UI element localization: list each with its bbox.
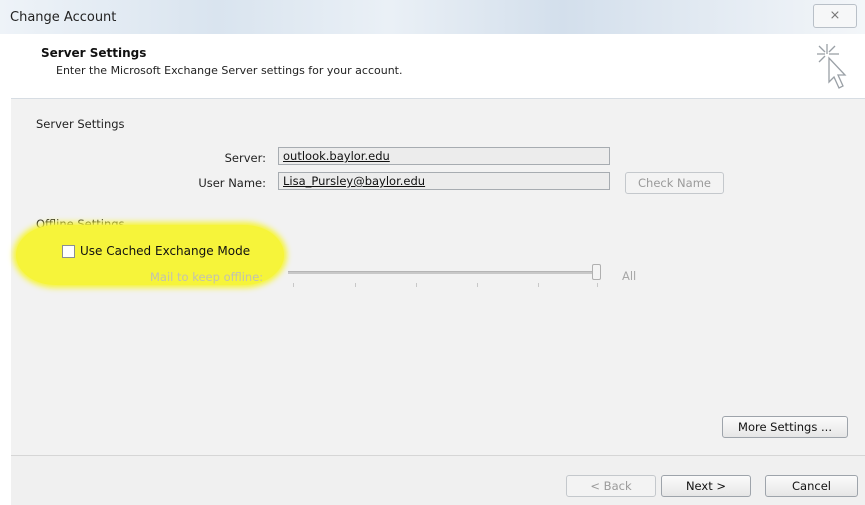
username-label: User Name: <box>198 176 266 190</box>
window-title: Change Account <box>10 10 117 25</box>
close-icon: ⨯ <box>829 8 841 23</box>
wizard-cursor-icon <box>817 44 847 89</box>
back-button[interactable]: < Back <box>566 475 656 497</box>
header-title: Server Settings <box>41 46 147 60</box>
slider-tick <box>597 283 598 287</box>
check-name-button[interactable]: Check Name <box>625 172 724 194</box>
slider-tick <box>416 283 417 287</box>
close-button[interactable]: ⨯ <box>813 4 857 28</box>
mail-offline-slider-thumb[interactable] <box>592 264 601 280</box>
server-label: Server: <box>224 151 266 165</box>
title-bar: Change Account ⨯ <box>0 0 865 35</box>
slider-tick <box>293 283 294 287</box>
wizard-header: Server Settings Enter the Microsoft Exch… <box>11 34 865 99</box>
change-account-dialog: Change Account ⨯ Server Settings Enter t… <box>0 0 865 505</box>
username-field[interactable]: Lisa_Pursley@baylor.edu <box>278 172 610 190</box>
slider-tick <box>538 283 539 287</box>
cached-mode-checkbox[interactable] <box>62 245 75 258</box>
server-settings-section-label: Server Settings <box>36 117 125 131</box>
more-settings-button[interactable]: More Settings ... <box>722 416 848 438</box>
cancel-button[interactable]: Cancel <box>765 475 858 497</box>
slider-value-label: All <box>622 269 637 283</box>
mail-offline-slider-track[interactable] <box>288 271 598 274</box>
cached-mode-label[interactable]: Use Cached Exchange Mode <box>80 244 250 258</box>
next-button[interactable]: Next > <box>661 475 751 497</box>
slider-tick <box>355 283 356 287</box>
server-field[interactable]: outlook.baylor.edu <box>278 147 610 165</box>
header-subtitle: Enter the Microsoft Exchange Server sett… <box>56 64 403 77</box>
slider-tick <box>477 283 478 287</box>
mail-offline-label: Mail to keep offline: <box>150 270 264 284</box>
